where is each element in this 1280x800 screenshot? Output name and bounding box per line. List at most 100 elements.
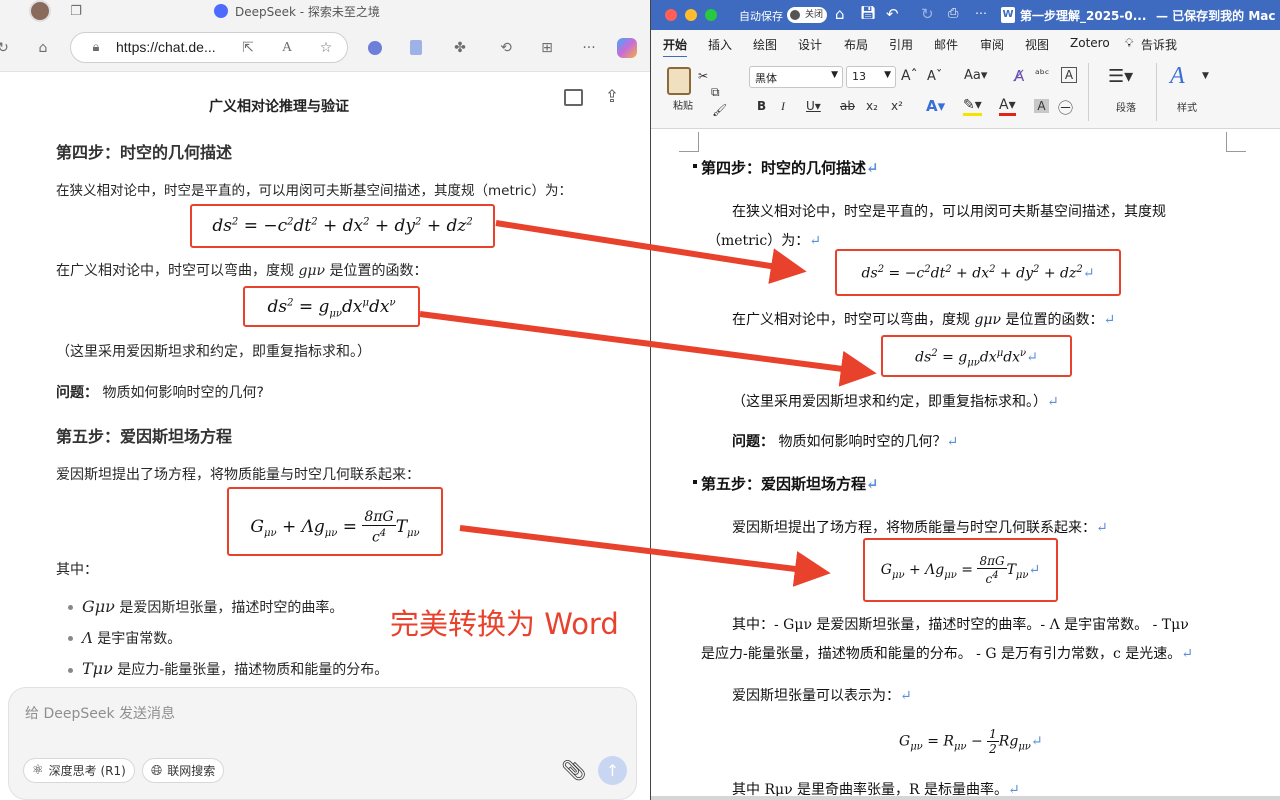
tell-me-search[interactable]: 告诉我 [1141,36,1177,53]
web-search-button[interactable]: 🌐︎ 联网搜索 [142,758,225,783]
doc-formula-einstein-tensor: Gμν = Rμν − 1 2 Rgμν↵ [899,727,1043,756]
status-bar-edge [651,796,1280,800]
change-case-icon[interactable]: Aa▾ [964,68,987,83]
paragraph-mark: ↵ [866,475,879,493]
collections-icon[interactable]: ⊞ [538,39,556,57]
font-size-select[interactable]: 13 ▼ [846,66,896,88]
tab-design[interactable]: 设计 [798,36,822,53]
minimize-window-button[interactable] [685,9,697,21]
bullet-1-text: 是爱因斯坦张量，描述时空的曲率。 [119,600,344,616]
undo-icon[interactable]: ↶ [886,5,899,23]
more-commands-icon[interactable]: ⋯ [975,6,987,20]
extension-icon[interactable] [368,41,382,55]
document-extension-icon[interactable] [410,40,422,55]
tab-home[interactable]: 开始 [663,36,688,58]
tab-zotero[interactable]: Zotero [1070,36,1110,50]
tab-groups-icon[interactable]: ❐ [67,3,85,21]
paragraph-mark: ↵ [1103,312,1116,328]
paragraph-mark: ↵ [900,688,912,704]
doc-formula-minkowski-box: ds2 = −c2dt2 + dx2 + dy2 + dz2↵ [835,249,1121,296]
highlight-color-icon[interactable]: ✎▾ [963,97,982,116]
format-painter-icon[interactable]: 🖌︎ [712,103,727,117]
heading-bullet [693,480,697,484]
superscript-button[interactable]: x² [891,99,903,113]
home-icon[interactable]: ⌂ [34,39,52,57]
attach-paperclip-icon[interactable]: 📎︎ [561,758,586,782]
favorite-star-icon[interactable]: ☆ [317,39,335,57]
word-window: 自动保存 关闭 ⌂ 💾︎ ↶ ↻ ⎙ ⋯ W 第一步理解_2025-0... —… [651,0,1280,800]
subscript-button[interactable]: x₂ [866,99,878,113]
overlay-annotation-text: 完美转换为 Word [390,607,619,641]
extensions-puzzle-icon[interactable]: ✤ [451,39,469,57]
styles-icon[interactable]: A [1170,63,1185,90]
doc-tensor-intro-text: 爱因斯坦张量可以表示为： [732,688,900,704]
zoom-window-button[interactable] [705,9,717,21]
font-color-icon[interactable]: A▾ [999,97,1016,116]
tab-insert[interactable]: 插入 [708,36,732,53]
browser-window: ❐ DeepSeek - 探索未至之境 ↻ ⌂ 🔒︎ https://chat.… [0,0,650,800]
read-aloud-icon[interactable]: A [278,39,296,57]
enclose-character-icon[interactable]: ㊀ [1058,97,1073,118]
tab-review[interactable]: 审阅 [980,36,1004,53]
bold-button[interactable]: B [757,99,766,113]
deep-think-button[interactable]: ⚛ 深度思考 (R1) [23,758,135,783]
message-input-placeholder[interactable]: 给 DeepSeek 发送消息 [25,703,175,723]
formula-minkowski-box: ds2 = −c2dt2 + dx2 + dy2 + dz2 [190,204,495,248]
copilot-icon[interactable] [617,38,637,58]
shrink-font-icon[interactable]: Aˇ [927,69,942,84]
outline-icon[interactable] [564,89,583,106]
tab-title[interactable]: DeepSeek - 探索未至之境 [235,3,380,20]
clear-formatting-icon[interactable]: A̸ [1014,67,1024,85]
strikethrough-button[interactable]: ab [840,99,855,113]
profile-avatar[interactable] [29,0,51,22]
tab-draw[interactable]: 绘图 [753,36,777,53]
doc-formula-metric-box: ds2 = gμνdxμdxν↵ [881,335,1072,377]
italic-button[interactable]: I [781,99,785,114]
document-page[interactable]: 第四步：时空的几何描述↵ 在狭义相对论中，时空是平直的，可以用闵可夫斯基空间描述… [651,129,1280,800]
tab-references[interactable]: 引用 [889,36,913,53]
message-input-box[interactable]: 给 DeepSeek 发送消息 ⚛ 深度思考 (R1) 🌐︎ 联网搜索 📎︎ ↑ [8,687,637,800]
character-shading-icon[interactable]: A [1034,99,1049,113]
tab-view[interactable]: 视图 [1025,36,1049,53]
text-effects-icon[interactable]: A▾ [926,97,945,115]
doc-formula-field-equation: Gμν + Λgμν = 8πG c4 Tμν↵ [880,554,1041,586]
more-menu-icon[interactable]: ··· [580,39,598,57]
bullet-3-symbol: Tμν [82,659,113,678]
copy-icon[interactable]: ⧉ [711,85,720,100]
chat-title: 广义相对论推理与验证 [209,99,349,115]
address-bar[interactable]: 🔒︎ https://chat.de... ⇱ A ☆ [70,32,348,63]
history-icon[interactable]: ⟲ [497,39,515,57]
autosave-toggle-knob [790,10,800,20]
share-icon[interactable]: ⇪ [603,88,621,106]
paste-clipboard-icon[interactable] [667,67,691,95]
url-text: https://chat.de... [116,39,216,55]
home-icon[interactable]: ⌂ [835,5,845,23]
question-text: 物质如何影响时空的几何? [102,385,264,401]
paragraph-icon[interactable]: ☰▾ [1108,66,1133,87]
save-icon[interactable]: 💾︎ [860,6,877,21]
refresh-icon[interactable]: ↻ [0,39,12,57]
word-title-bar: 自动保存 关闭 ⌂ 💾︎ ↶ ↻ ⎙ ⋯ W 第一步理解_2025-0... —… [651,0,1280,30]
grow-font-icon[interactable]: Aˆ [901,68,918,84]
para-general-text-1: 在广义相对论中，时空可以弯曲，度规 [56,263,294,279]
character-border-icon[interactable]: A [1061,67,1077,83]
paragraph-label[interactable]: 段落 [1116,99,1136,114]
print-icon[interactable]: ⎙ [948,6,958,21]
open-external-icon[interactable]: ⇱ [239,39,257,57]
redo-icon[interactable]: ↻ [921,5,934,23]
phonetic-guide-icon[interactable]: ᵃᵇᶜ [1035,67,1049,81]
document-title: 第一步理解_2025-0... [1020,9,1147,23]
tab-layout[interactable]: 布局 [844,36,868,53]
chevron-down-icon[interactable]: ▼ [1202,71,1209,81]
styles-label[interactable]: 样式 [1177,99,1197,114]
doc-tensor-intro: 爱因斯坦张量可以表示为：↵ [732,685,912,705]
cut-icon[interactable]: ✂ [698,69,708,83]
underline-button[interactable]: U▾ [806,99,821,113]
bullet-dot [68,605,73,610]
send-button[interactable]: ↑ [598,756,627,785]
close-window-button[interactable] [665,9,677,21]
autosave-toggle[interactable]: 关闭 [787,7,827,23]
font-name-select[interactable]: 黑体 ▼ [749,66,843,88]
paste-label[interactable]: 粘贴 [673,97,693,112]
tab-mailings[interactable]: 邮件 [934,36,958,53]
